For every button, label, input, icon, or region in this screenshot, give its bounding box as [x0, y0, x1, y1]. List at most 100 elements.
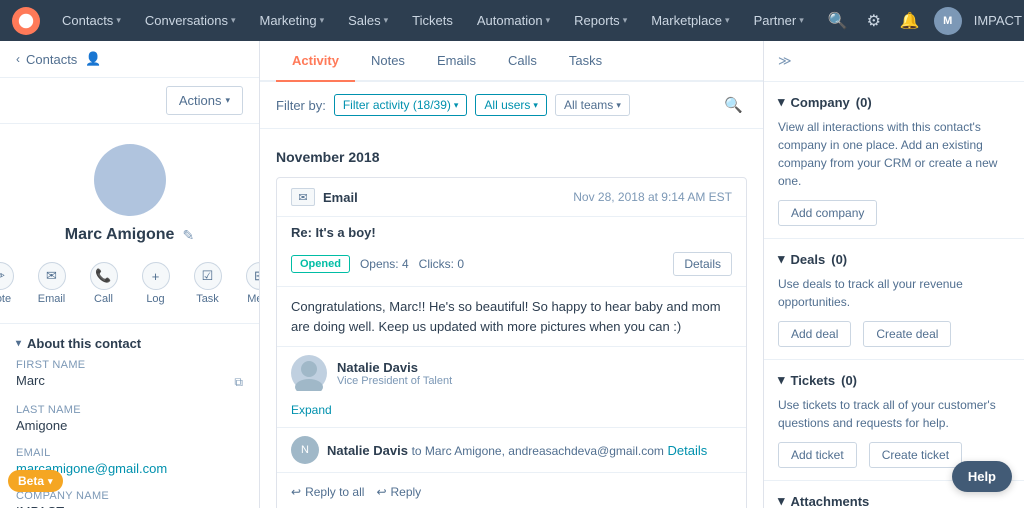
opened-badge: Opened	[291, 255, 350, 273]
first-name-value: Marc	[16, 373, 45, 388]
activity-feed: November 2018 ✉ Email Nov 28, 2018 at 9:…	[260, 129, 763, 508]
details-button[interactable]: Details	[673, 252, 732, 276]
nav-contacts[interactable]: Contacts ▾	[52, 0, 131, 41]
back-button[interactable]: ‹	[16, 52, 20, 66]
chevron-down-icon: ▾	[725, 15, 730, 26]
chevron-down-icon: ▾	[778, 493, 785, 508]
all-teams-button[interactable]: All teams ▾	[555, 94, 630, 116]
card-status-row: Opened Opens: 4 Clicks: 0 Details	[277, 246, 746, 286]
deals-section-header[interactable]: ▾ Deals (0)	[778, 251, 1010, 267]
account-menu[interactable]: IMPACT ▾	[966, 13, 1024, 28]
meet-icon: ⊞	[246, 262, 261, 290]
chevron-down-icon: ▾	[778, 94, 785, 110]
chevron-down-icon: ▾	[384, 15, 389, 26]
attachments-section-header[interactable]: ▾ Attachments	[778, 493, 1010, 508]
card-header: ✉ Email Nov 28, 2018 at 9:14 AM EST	[277, 178, 746, 217]
avatar[interactable]: M	[934, 7, 962, 35]
reply-icon: ↩	[376, 485, 386, 499]
actions-button[interactable]: Actions ▾	[166, 86, 243, 115]
help-button[interactable]: Help	[952, 461, 1012, 492]
nav-sales[interactable]: Sales ▾	[338, 0, 398, 41]
add-deal-button[interactable]: Add deal	[778, 321, 851, 347]
copy-icon[interactable]: ⧉	[234, 375, 243, 390]
tab-notes[interactable]: Notes	[355, 41, 421, 82]
create-deal-button[interactable]: Create deal	[863, 321, 951, 347]
reply-all-icon: ↩	[291, 485, 301, 499]
tab-calls[interactable]: Calls	[492, 41, 553, 82]
all-users-button[interactable]: All users ▾	[475, 94, 547, 116]
nav-marketing[interactable]: Marketing ▾	[249, 0, 334, 41]
add-ticket-button[interactable]: Add ticket	[778, 442, 857, 468]
nav-conversations[interactable]: Conversations ▾	[135, 0, 246, 41]
top-navigation: Contacts ▾ Conversations ▾ Marketing ▾ S…	[0, 0, 1024, 41]
breadcrumb: ‹ Contacts 👤	[0, 41, 259, 78]
chevron-down-icon: ▾	[778, 372, 785, 388]
right-sidebar: ≫ ▾ Company (0) View all interactions wi…	[764, 41, 1024, 508]
settings-icon-button[interactable]: ⚙	[858, 5, 890, 37]
note-button[interactable]: ✏ Note	[0, 256, 22, 311]
about-header[interactable]: ▾ About this contact	[16, 324, 243, 359]
edit-icon[interactable]: ✎	[182, 227, 194, 244]
avatar	[94, 144, 166, 216]
clicks-stat: Clicks: 0	[419, 257, 464, 271]
reply-avatar: N	[291, 436, 319, 464]
chevron-down-icon: ▾	[623, 15, 628, 26]
email-button[interactable]: ✉ Email	[30, 256, 74, 311]
nav-partner[interactable]: Partner ▾	[744, 0, 814, 41]
card-type-label: Email	[323, 190, 358, 205]
actions-row: Actions ▾	[0, 78, 259, 124]
chevron-down-icon: ▾	[320, 15, 325, 26]
reply-button[interactable]: ↩ Reply	[376, 481, 421, 503]
tickets-section-header[interactable]: ▾ Tickets (0)	[778, 372, 1010, 388]
company-value: IMPACT	[16, 504, 243, 508]
note-icon: ✏	[0, 262, 14, 290]
reply-from-name: Natalie Davis	[327, 443, 408, 458]
reply-details-link[interactable]: Details	[668, 443, 708, 458]
reply-to-list: to Marc Amigone, andreasachdeva@gmail.co…	[412, 444, 664, 458]
deals-section: ▾ Deals (0) Use deals to track all your …	[764, 239, 1024, 360]
sender-row: Natalie Davis Vice President of Talent	[277, 346, 746, 399]
card-timestamp: Nov 28, 2018 at 9:14 AM EST	[573, 190, 732, 204]
search-icon[interactable]: 🔍	[720, 92, 747, 118]
sender-name: Natalie Davis	[337, 360, 452, 375]
nav-marketplace[interactable]: Marketplace ▾	[641, 0, 739, 41]
reply-all-button[interactable]: ↩ Reply to all	[291, 481, 364, 503]
phone-icon: 📞	[90, 262, 118, 290]
company-field: Company name IMPACT	[16, 490, 243, 508]
expand-link[interactable]: Expand	[277, 399, 346, 427]
profile-name: Marc Amigone	[65, 226, 175, 244]
sender-avatar	[291, 355, 327, 391]
chevron-down-icon: ▾	[799, 15, 804, 26]
nav-tickets[interactable]: Tickets	[402, 0, 463, 41]
beta-badge[interactable]: Beta ▾	[8, 470, 63, 492]
meet-button[interactable]: ⊞ Meet	[238, 256, 261, 311]
collapse-button[interactable]: ≫	[764, 41, 1024, 82]
tab-activity[interactable]: Activity	[276, 41, 355, 82]
email-body: Congratulations, Marc!! He's so beautifu…	[277, 286, 746, 346]
filter-activity-button[interactable]: Filter activity (18/39) ▾	[334, 94, 468, 116]
filter-label: Filter by:	[276, 98, 326, 113]
nav-automation[interactable]: Automation ▾	[467, 0, 560, 41]
hubspot-logo[interactable]	[12, 7, 40, 35]
search-icon-button[interactable]: 🔍	[822, 5, 854, 37]
opens-stat: Opens: 4	[360, 257, 409, 271]
task-button[interactable]: ☑ Task	[186, 256, 230, 311]
company-section-header[interactable]: ▾ Company (0)	[778, 94, 1010, 110]
collapse-icon: ≫	[778, 53, 792, 69]
email-activity-card: ✉ Email Nov 28, 2018 at 9:14 AM EST Re: …	[276, 177, 747, 508]
tab-emails[interactable]: Emails	[421, 41, 492, 82]
deals-desc: Use deals to track all your revenue oppo…	[778, 275, 1010, 311]
tab-tasks[interactable]: Tasks	[553, 41, 618, 82]
chevron-down-icon: ▾	[225, 95, 230, 106]
call-button[interactable]: 📞 Call	[82, 256, 126, 311]
email-subject: Re: It's a boy!	[277, 217, 746, 246]
nav-reports[interactable]: Reports ▾	[564, 0, 637, 41]
notifications-icon-button[interactable]: 🔔	[894, 5, 926, 37]
breadcrumb-label[interactable]: Contacts	[26, 52, 77, 67]
first-name-field: First name Marc ⧉	[16, 359, 243, 390]
log-button[interactable]: + Log	[134, 256, 178, 311]
create-ticket-button[interactable]: Create ticket	[869, 442, 962, 468]
add-company-button[interactable]: Add company	[778, 200, 877, 226]
month-header-november: November 2018	[276, 149, 747, 165]
reply-from-row: N Natalie Davis to Marc Amigone, andreas…	[277, 427, 746, 472]
